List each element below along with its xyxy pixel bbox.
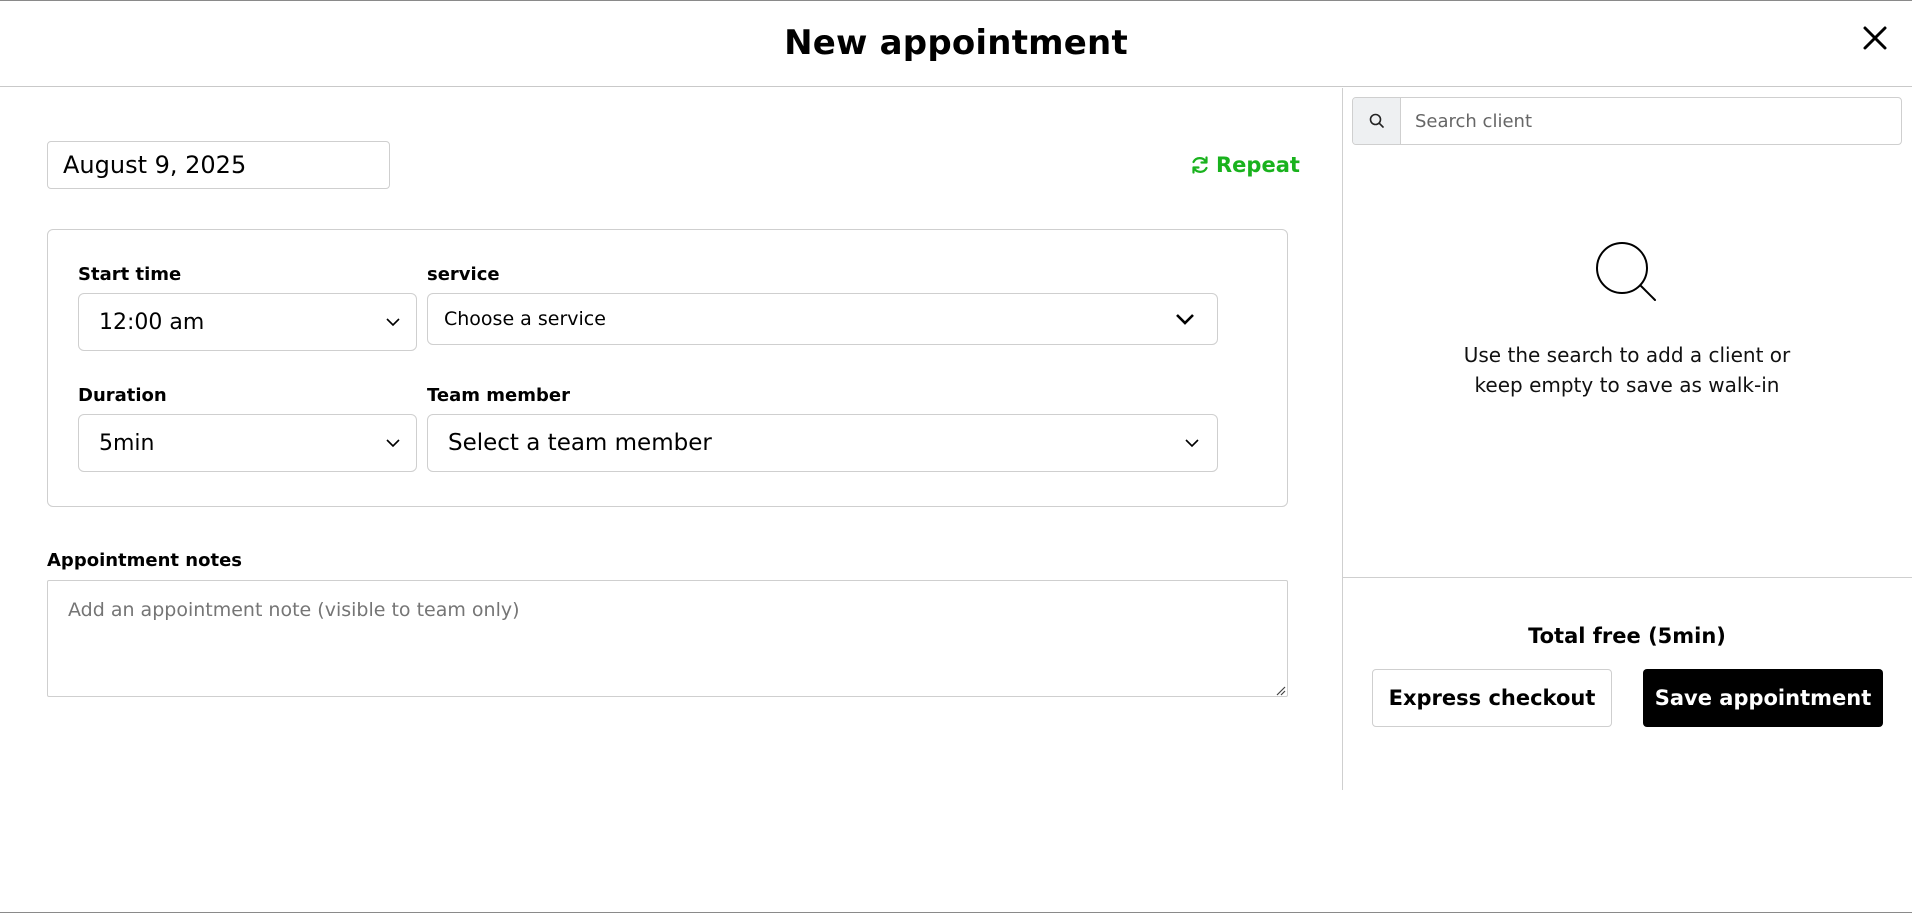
magnifier-icon — [1596, 242, 1656, 301]
chevron-down-icon — [386, 318, 400, 327]
appointment-notes-label: Appointment notes — [47, 550, 243, 571]
search-client-input[interactable] — [1401, 98, 1901, 144]
start-time-value: 12:00 am — [99, 309, 205, 335]
chevron-down-icon — [1176, 314, 1194, 325]
date-value: August 9, 2025 — [63, 151, 247, 179]
service-select[interactable]: Choose a service — [427, 293, 1218, 345]
footer-divider — [1342, 577, 1912, 578]
chevron-down-icon — [386, 439, 400, 448]
chevron-down-icon — [1185, 439, 1199, 448]
team-member-value: Select a team member — [448, 430, 712, 456]
appointment-notes-field[interactable] — [47, 580, 1288, 697]
service-label: service — [427, 264, 500, 285]
team-member-select[interactable]: Select a team member — [427, 414, 1218, 472]
duration-value: 5min — [99, 430, 155, 456]
duration-label: Duration — [78, 385, 167, 406]
client-search[interactable] — [1352, 97, 1902, 145]
empty-state-line-2: keep empty to save as walk-in — [1474, 373, 1780, 397]
dialog-header: New appointment — [0, 1, 1912, 87]
resize-handle-icon[interactable] — [1274, 684, 1286, 696]
repeat-button[interactable]: Repeat — [1190, 153, 1300, 177]
refresh-icon — [1192, 156, 1208, 174]
close-icon — [1863, 26, 1887, 50]
dialog-title: New appointment — [784, 23, 1128, 63]
date-picker[interactable]: August 9, 2025 — [47, 141, 390, 189]
team-member-label: Team member — [427, 385, 570, 406]
service-value: Choose a service — [444, 308, 606, 330]
search-icon — [1369, 113, 1384, 128]
start-time-select[interactable]: 12:00 am — [78, 293, 417, 351]
close-button[interactable] — [1860, 23, 1890, 53]
start-time-label: Start time — [78, 264, 182, 285]
save-appointment-button[interactable]: Save appointment — [1643, 669, 1883, 727]
total-summary: Total free (5min) — [1528, 624, 1726, 648]
express-checkout-button[interactable]: Express checkout — [1372, 669, 1612, 727]
repeat-label: Repeat — [1216, 153, 1300, 177]
empty-state-line-1: Use the search to add a client or — [1463, 343, 1791, 367]
empty-state-message: Use the search to add a client or keep e… — [1352, 340, 1902, 400]
search-icon-box — [1353, 98, 1401, 144]
duration-select[interactable]: 5min — [78, 414, 417, 472]
